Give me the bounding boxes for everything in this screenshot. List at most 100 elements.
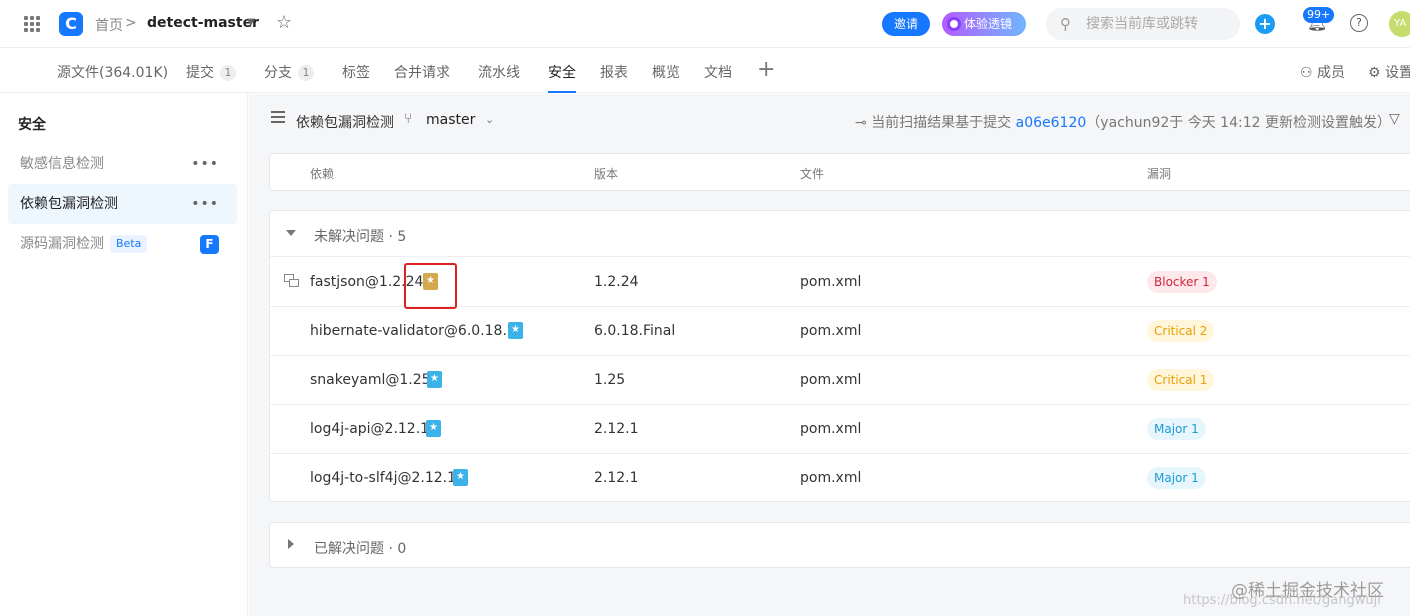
tab-branches[interactable]: 分支 1 xyxy=(264,62,314,82)
column-header-vulnerability: 漏洞 xyxy=(1147,167,1172,181)
commit-hash-link[interactable]: a06e6120 xyxy=(1016,115,1087,131)
notification-badge: 99+ xyxy=(1303,7,1335,23)
tab-count-badge: 1 xyxy=(298,65,314,81)
scanner-logo-icon: F xyxy=(200,235,219,254)
sidebar-title: 安全 xyxy=(18,117,46,133)
tab-reports[interactable]: 报表 xyxy=(600,62,628,82)
repo-tab-bar: 源文件(364.01K) 提交 1 分支 1 标签 合并请求 流水线 安全 报表 概… xyxy=(0,49,1410,93)
add-tab-plus-icon[interactable]: + xyxy=(757,57,775,82)
tab-merge-requests[interactable]: 合并请求 xyxy=(394,62,450,82)
person-icon: ⚇ xyxy=(1300,65,1318,81)
tab-source[interactable]: 源文件(364.01K) xyxy=(57,62,168,82)
top-navigation-bar: C 首页 > detect-master ▼ ☆ 邀请 体验透镜 ⚲ 搜索当前库… xyxy=(0,0,1410,48)
scan-toolbar: 依赖包漏洞检测 ⑂ master ⌄ ⊸ 当前扫描结果基于提交 a06e6120… xyxy=(249,94,1410,146)
main-content: 依赖包漏洞检测 ⑂ master ⌄ ⊸ 当前扫描结果基于提交 a06e6120… xyxy=(249,94,1410,616)
version-cell: 1.2.24 xyxy=(594,274,639,290)
chevron-down-icon[interactable]: ⌄ xyxy=(485,113,494,126)
table-row[interactable]: log4j-to-slf4j@2.12.1 ★ 2.12.1 pom.xml M… xyxy=(270,454,1410,503)
severity-badge: Critical 1 xyxy=(1147,369,1215,391)
create-plus-button[interactable]: + xyxy=(1255,14,1275,34)
settings-link[interactable]: ⚙ 设置 xyxy=(1368,62,1410,82)
file-cell: pom.xml xyxy=(800,323,862,339)
invite-button[interactable]: 邀请 xyxy=(882,12,930,36)
table-row[interactable]: fastjson@1.2.24 ★ 1.2.24 pom.xml Blocker… xyxy=(270,258,1410,309)
caret-down-icon[interactable] xyxy=(286,230,296,236)
branch-selector[interactable]: master xyxy=(426,112,475,128)
resolved-issues-group[interactable]: 已解决问题 · 0 xyxy=(269,522,1410,568)
sidebar-item-source-scan[interactable]: 源码漏洞检测 Beta F xyxy=(8,224,237,264)
search-placeholder: 搜索当前库或跳转 xyxy=(1086,16,1198,32)
sidebar-item-dependency-scan[interactable]: 依赖包漏洞检测 ••• xyxy=(8,184,237,224)
help-icon[interactable]: ? xyxy=(1350,14,1368,32)
version-cell: 2.12.1 xyxy=(594,470,639,486)
dependency-name[interactable]: snakeyaml@1.25 xyxy=(310,372,431,388)
column-header-dependency: 依赖 xyxy=(310,167,335,181)
tab-security[interactable]: 安全 xyxy=(548,62,576,82)
severity-badge: Major 1 xyxy=(1147,467,1206,489)
sidebar-item-sensitive-info[interactable]: 敏感信息检测 ••• xyxy=(8,144,237,184)
dependency-name[interactable]: log4j-to-slf4j@2.12.1 xyxy=(310,470,456,486)
search-input[interactable]: ⚲ 搜索当前库或跳转 xyxy=(1046,8,1240,40)
caret-right-icon[interactable] xyxy=(288,539,294,549)
table-header: 依赖 版本 文件 漏洞 xyxy=(269,153,1410,191)
active-tab-indicator xyxy=(548,91,576,93)
page-title: 依赖包漏洞检测 xyxy=(296,115,394,131)
column-header-file: 文件 xyxy=(800,167,825,181)
app-grid-icon[interactable] xyxy=(24,16,40,32)
tab-commits[interactable]: 提交 1 xyxy=(186,62,236,82)
copy-icon[interactable] xyxy=(284,274,300,288)
table-row[interactable]: log4j-api@2.12.1 ★ 2.12.1 pom.xml Major … xyxy=(270,405,1410,454)
bookmark-icon[interactable]: ★ xyxy=(426,420,441,437)
dependency-name[interactable]: log4j-api@2.12.1 xyxy=(310,421,429,437)
table-row[interactable]: hibernate-validator@6.0.18... ★ 6.0.18.F… xyxy=(270,307,1410,356)
beta-badge: Beta xyxy=(110,235,148,253)
star-icon[interactable]: ☆ xyxy=(276,12,292,33)
table-row[interactable]: snakeyaml@1.25 ★ 1.25 pom.xml Critical 1 xyxy=(270,356,1410,405)
branch-icon: ⑂ xyxy=(404,111,413,127)
severity-badge: Major 1 xyxy=(1147,418,1206,440)
app-logo[interactable]: C xyxy=(59,12,83,36)
commit-icon: ⊸ xyxy=(855,115,872,131)
dependency-name[interactable]: hibernate-validator@6.0.18... xyxy=(310,323,516,339)
file-cell: pom.xml xyxy=(800,274,862,290)
column-header-version: 版本 xyxy=(594,167,619,181)
version-cell: 6.0.18.Final xyxy=(594,323,676,339)
breadcrumb-separator: > xyxy=(125,15,137,31)
security-sidebar: 安全 敏感信息检测 ••• 依赖包漏洞检测 ••• 源码漏洞检测 Beta F xyxy=(0,94,248,616)
search-icon: ⚲ xyxy=(1060,15,1071,33)
gear-icon: ⚙ xyxy=(1368,65,1386,81)
tab-count-badge: 1 xyxy=(220,65,236,81)
more-icon[interactable]: ••• xyxy=(191,184,219,224)
file-cell: pom.xml xyxy=(800,421,862,437)
severity-badge: Blocker 1 xyxy=(1147,271,1217,293)
file-cell: pom.xml xyxy=(800,372,862,388)
avatar[interactable]: YA xyxy=(1389,11,1410,37)
commit-info: ⊸ 当前扫描结果基于提交 a06e6120（yachun92于 今天 14:12… xyxy=(855,115,1391,131)
version-cell: 2.12.1 xyxy=(594,421,639,437)
menu-icon[interactable] xyxy=(271,111,285,123)
lens-icon xyxy=(947,17,961,31)
unresolved-issues-group: 未解决问题 · 5 fastjson@1.2.24 ★ 1.2.24 pom.x… xyxy=(269,210,1410,502)
annotation-highlight-box xyxy=(404,263,457,309)
tab-docs[interactable]: 文档 xyxy=(704,62,732,82)
breadcrumb-repo[interactable]: detect-master xyxy=(147,15,259,31)
lens-label: 体验透镜 xyxy=(964,17,1013,31)
unresolved-group-header[interactable]: 未解决问题 · 5 xyxy=(270,211,1410,257)
filter-icon[interactable]: ▽ xyxy=(1389,111,1400,127)
unresolved-count-label: 未解决问题 · 5 xyxy=(314,229,407,245)
tab-pipelines[interactable]: 流水线 xyxy=(478,62,520,82)
resolved-count-label: 已解决问题 · 0 xyxy=(314,541,407,557)
version-cell: 1.25 xyxy=(594,372,626,388)
bookmark-icon[interactable]: ★ xyxy=(427,371,442,388)
more-icon[interactable]: ••• xyxy=(191,144,219,184)
members-link[interactable]: ⚇ 成员 xyxy=(1300,62,1345,82)
bookmark-icon[interactable]: ★ xyxy=(453,469,468,486)
repo-caret-down-icon[interactable]: ▼ xyxy=(247,17,255,28)
watermark-url: https://blog.csdn.net/gangwuji xyxy=(1183,593,1381,608)
lens-button[interactable]: 体验透镜 xyxy=(942,12,1026,36)
bookmark-icon[interactable]: ★ xyxy=(508,322,523,339)
severity-badge: Critical 2 xyxy=(1147,320,1215,342)
breadcrumb-home[interactable]: 首页 xyxy=(95,15,123,35)
tab-overview[interactable]: 概览 xyxy=(652,62,680,82)
tab-tags[interactable]: 标签 xyxy=(342,62,370,82)
